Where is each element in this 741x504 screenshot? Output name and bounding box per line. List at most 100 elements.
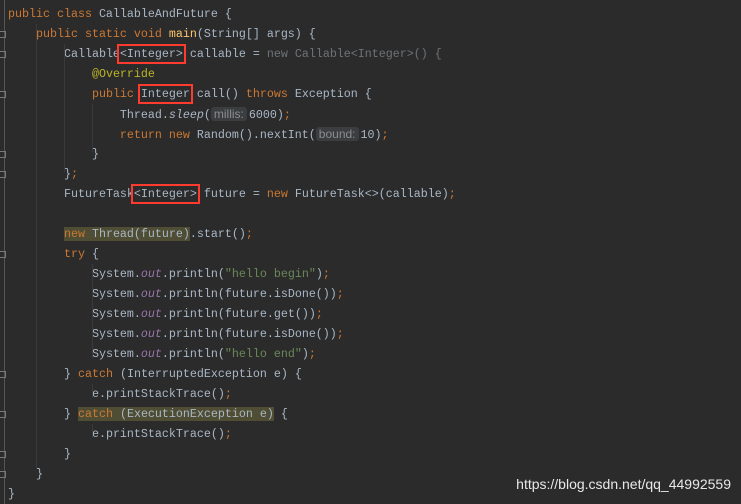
code-token: ; bbox=[224, 427, 232, 441]
code-token: new bbox=[266, 187, 295, 201]
code-token: 10) bbox=[360, 128, 382, 142]
editor-gutter bbox=[0, 0, 6, 504]
code-token: main bbox=[168, 27, 197, 41]
code-token: 6000) bbox=[248, 108, 284, 122]
code-token: } bbox=[8, 487, 15, 501]
watermark: https://blog.csdn.net/qq_44992559 bbox=[516, 476, 731, 492]
code-token: } bbox=[63, 367, 78, 381]
code-token: sleep bbox=[168, 108, 204, 122]
code-token: new bbox=[63, 227, 92, 241]
code-line[interactable]: Thread.sleep(millis: 6000); bbox=[8, 104, 456, 124]
code-line[interactable]: } bbox=[8, 464, 456, 484]
code-editor[interactable]: public class CallableAndFuture { public … bbox=[8, 4, 456, 504]
parameter-hint: bound: bbox=[315, 127, 359, 141]
code-line[interactable]: FutureTask<Integer> future = new FutureT… bbox=[8, 184, 456, 204]
code-token: ; bbox=[283, 108, 291, 122]
code-token: out bbox=[140, 347, 162, 361]
fold-marker-icon[interactable] bbox=[0, 251, 6, 258]
code-line[interactable]: } bbox=[8, 144, 456, 164]
code-token: ; bbox=[245, 227, 253, 241]
highlighted-type-box: <Integer> bbox=[130, 184, 200, 204]
code-line[interactable]: public static void main(String[] args) { bbox=[8, 24, 456, 44]
code-line[interactable]: try { bbox=[8, 244, 456, 264]
code-line[interactable] bbox=[8, 204, 456, 224]
code-token: .println( bbox=[161, 347, 225, 361]
code-line[interactable]: System.out.println(future.isDone()); bbox=[8, 284, 456, 304]
code-token: ; bbox=[448, 187, 456, 201]
fold-marker-icon[interactable] bbox=[0, 371, 6, 378]
code-line[interactable]: } catch (InterruptedException e) { bbox=[8, 364, 456, 384]
code-token: @Override bbox=[91, 67, 155, 81]
code-line[interactable]: } bbox=[8, 444, 456, 464]
fold-marker-icon[interactable] bbox=[0, 171, 6, 178]
code-token: ; bbox=[308, 347, 316, 361]
code-token: System. bbox=[91, 267, 141, 281]
code-token: ) bbox=[315, 267, 323, 281]
code-token: } bbox=[63, 407, 78, 421]
code-line[interactable]: e.printStackTrace(); bbox=[8, 384, 456, 404]
code-line[interactable]: }; bbox=[8, 164, 456, 184]
indent-guide bbox=[36, 24, 37, 468]
code-line[interactable]: } bbox=[8, 484, 456, 504]
fold-marker-icon[interactable] bbox=[0, 31, 6, 38]
code-token: .println( bbox=[161, 267, 225, 281]
code-token: throws bbox=[245, 87, 295, 101]
code-line[interactable]: System.out.println("hello begin"); bbox=[8, 264, 456, 284]
code-line[interactable]: System.out.println(future.get()); bbox=[8, 304, 456, 324]
code-token: ; bbox=[336, 327, 344, 341]
code-token: } bbox=[63, 447, 71, 461]
code-token: } bbox=[91, 147, 99, 161]
code-line[interactable]: } catch (ExecutionException e) { bbox=[8, 404, 456, 424]
code-token: try bbox=[63, 247, 92, 261]
parameter-hint: millis: bbox=[210, 107, 247, 121]
code-line[interactable]: public Integer call() throws Exception { bbox=[8, 84, 456, 104]
code-line[interactable]: public class CallableAndFuture { bbox=[8, 4, 456, 24]
code-token: ) bbox=[301, 347, 309, 361]
code-token: FutureTask<>(callable) bbox=[294, 187, 449, 201]
code-line[interactable]: System.out.println(future.isDone()); bbox=[8, 324, 456, 344]
indent-guide bbox=[64, 44, 65, 172]
code-token: ; bbox=[322, 267, 330, 281]
code-token: out bbox=[140, 287, 162, 301]
code-token: "hello begin" bbox=[224, 267, 316, 281]
code-line[interactable]: System.out.println("hello end"); bbox=[8, 344, 456, 364]
code-token: CallableAndFuture { bbox=[98, 7, 232, 21]
code-token: ; bbox=[70, 167, 78, 181]
code-token: .println(future.get()) bbox=[161, 307, 316, 321]
fold-marker-icon[interactable] bbox=[0, 411, 6, 418]
code-token: public bbox=[91, 87, 141, 101]
code-token: (InterruptedException e) { bbox=[119, 367, 302, 381]
fold-marker-icon[interactable] bbox=[0, 451, 6, 458]
code-token: public class bbox=[8, 7, 99, 21]
code-line[interactable]: Callable<Integer> callable = new Callabl… bbox=[8, 44, 456, 64]
code-token: System. bbox=[91, 347, 141, 361]
code-token: public static void bbox=[35, 27, 169, 41]
code-line[interactable]: return new Random().nextInt(bound: 10); bbox=[8, 124, 456, 144]
code-token: Callable bbox=[63, 47, 120, 61]
fold-marker-icon[interactable] bbox=[0, 471, 6, 478]
fold-marker-icon[interactable] bbox=[0, 151, 6, 158]
fold-marker-icon[interactable] bbox=[0, 51, 6, 58]
code-token: catch bbox=[77, 407, 120, 421]
code-line[interactable]: new Thread(future).start(); bbox=[8, 224, 456, 244]
indent-guide bbox=[92, 104, 93, 152]
code-token: } bbox=[35, 467, 43, 481]
fold-marker-icon[interactable] bbox=[0, 91, 6, 98]
code-line[interactable]: e.printStackTrace(); bbox=[8, 424, 456, 444]
code-token: } bbox=[63, 167, 71, 181]
code-token: { bbox=[273, 407, 288, 421]
code-token: out bbox=[140, 327, 162, 341]
code-token: future = bbox=[196, 187, 267, 201]
code-token: e.printStackTrace() bbox=[91, 427, 225, 441]
code-token: out bbox=[140, 267, 162, 281]
code-token: System. bbox=[91, 327, 141, 341]
code-token: FutureTask bbox=[63, 187, 134, 201]
code-line[interactable]: @Override bbox=[8, 64, 456, 84]
code-token: "hello end" bbox=[224, 347, 302, 361]
